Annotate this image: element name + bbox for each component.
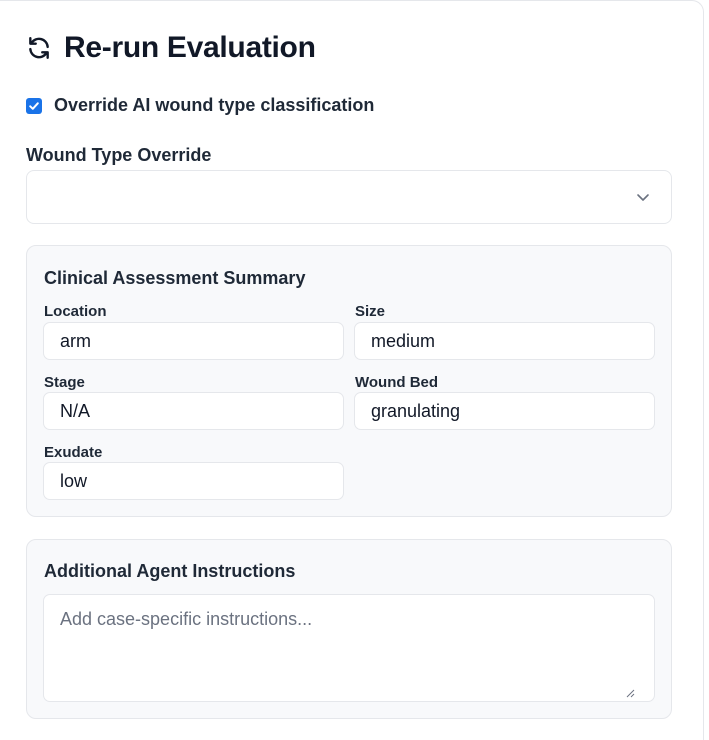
panel-header: Re-run Evaluation — [26, 31, 316, 65]
agent-instructions-title: Additional Agent Instructions — [44, 561, 296, 581]
wound-type-label: Wound Type Override — [26, 145, 212, 165]
checkmark-icon — [29, 101, 39, 110]
agent-instructions-textarea[interactable]: Add case-specific instructions... — [43, 594, 655, 702]
override-checkbox-label[interactable]: Override AI wound type classification — [54, 95, 374, 116]
exudate-label: Exudate — [44, 444, 103, 461]
refresh-icon — [26, 35, 52, 61]
override-toggle-row[interactable]: Override AI wound type classification — [26, 95, 374, 116]
size-field[interactable]: medium — [354, 322, 655, 360]
agent-instructions-card: Additional Agent Instructions Add case-s… — [26, 539, 672, 719]
size-label: Size — [355, 303, 386, 320]
stage-field[interactable]: N/A — [43, 392, 344, 430]
wound-bed-field[interactable]: granulating — [354, 392, 655, 430]
clinical-assessment-title: Clinical Assessment Summary — [44, 268, 306, 288]
chevron-down-icon — [637, 194, 649, 201]
override-checkbox[interactable] — [26, 97, 42, 114]
location-field[interactable]: arm — [43, 322, 344, 360]
wound-type-select[interactable] — [26, 170, 672, 224]
clinical-assessment-card: Clinical Assessment Summary Location arm… — [26, 245, 672, 517]
location-label: Location — [44, 303, 107, 320]
stage-label: Stage — [44, 374, 85, 391]
resize-handle-icon[interactable] — [625, 688, 635, 698]
rerun-evaluation-panel: Re-run Evaluation Override AI wound type… — [0, 0, 704, 740]
page-title: Re-run Evaluation — [64, 31, 316, 64]
wound-bed-label: Wound Bed — [355, 374, 439, 391]
exudate-field[interactable]: low — [43, 462, 344, 500]
